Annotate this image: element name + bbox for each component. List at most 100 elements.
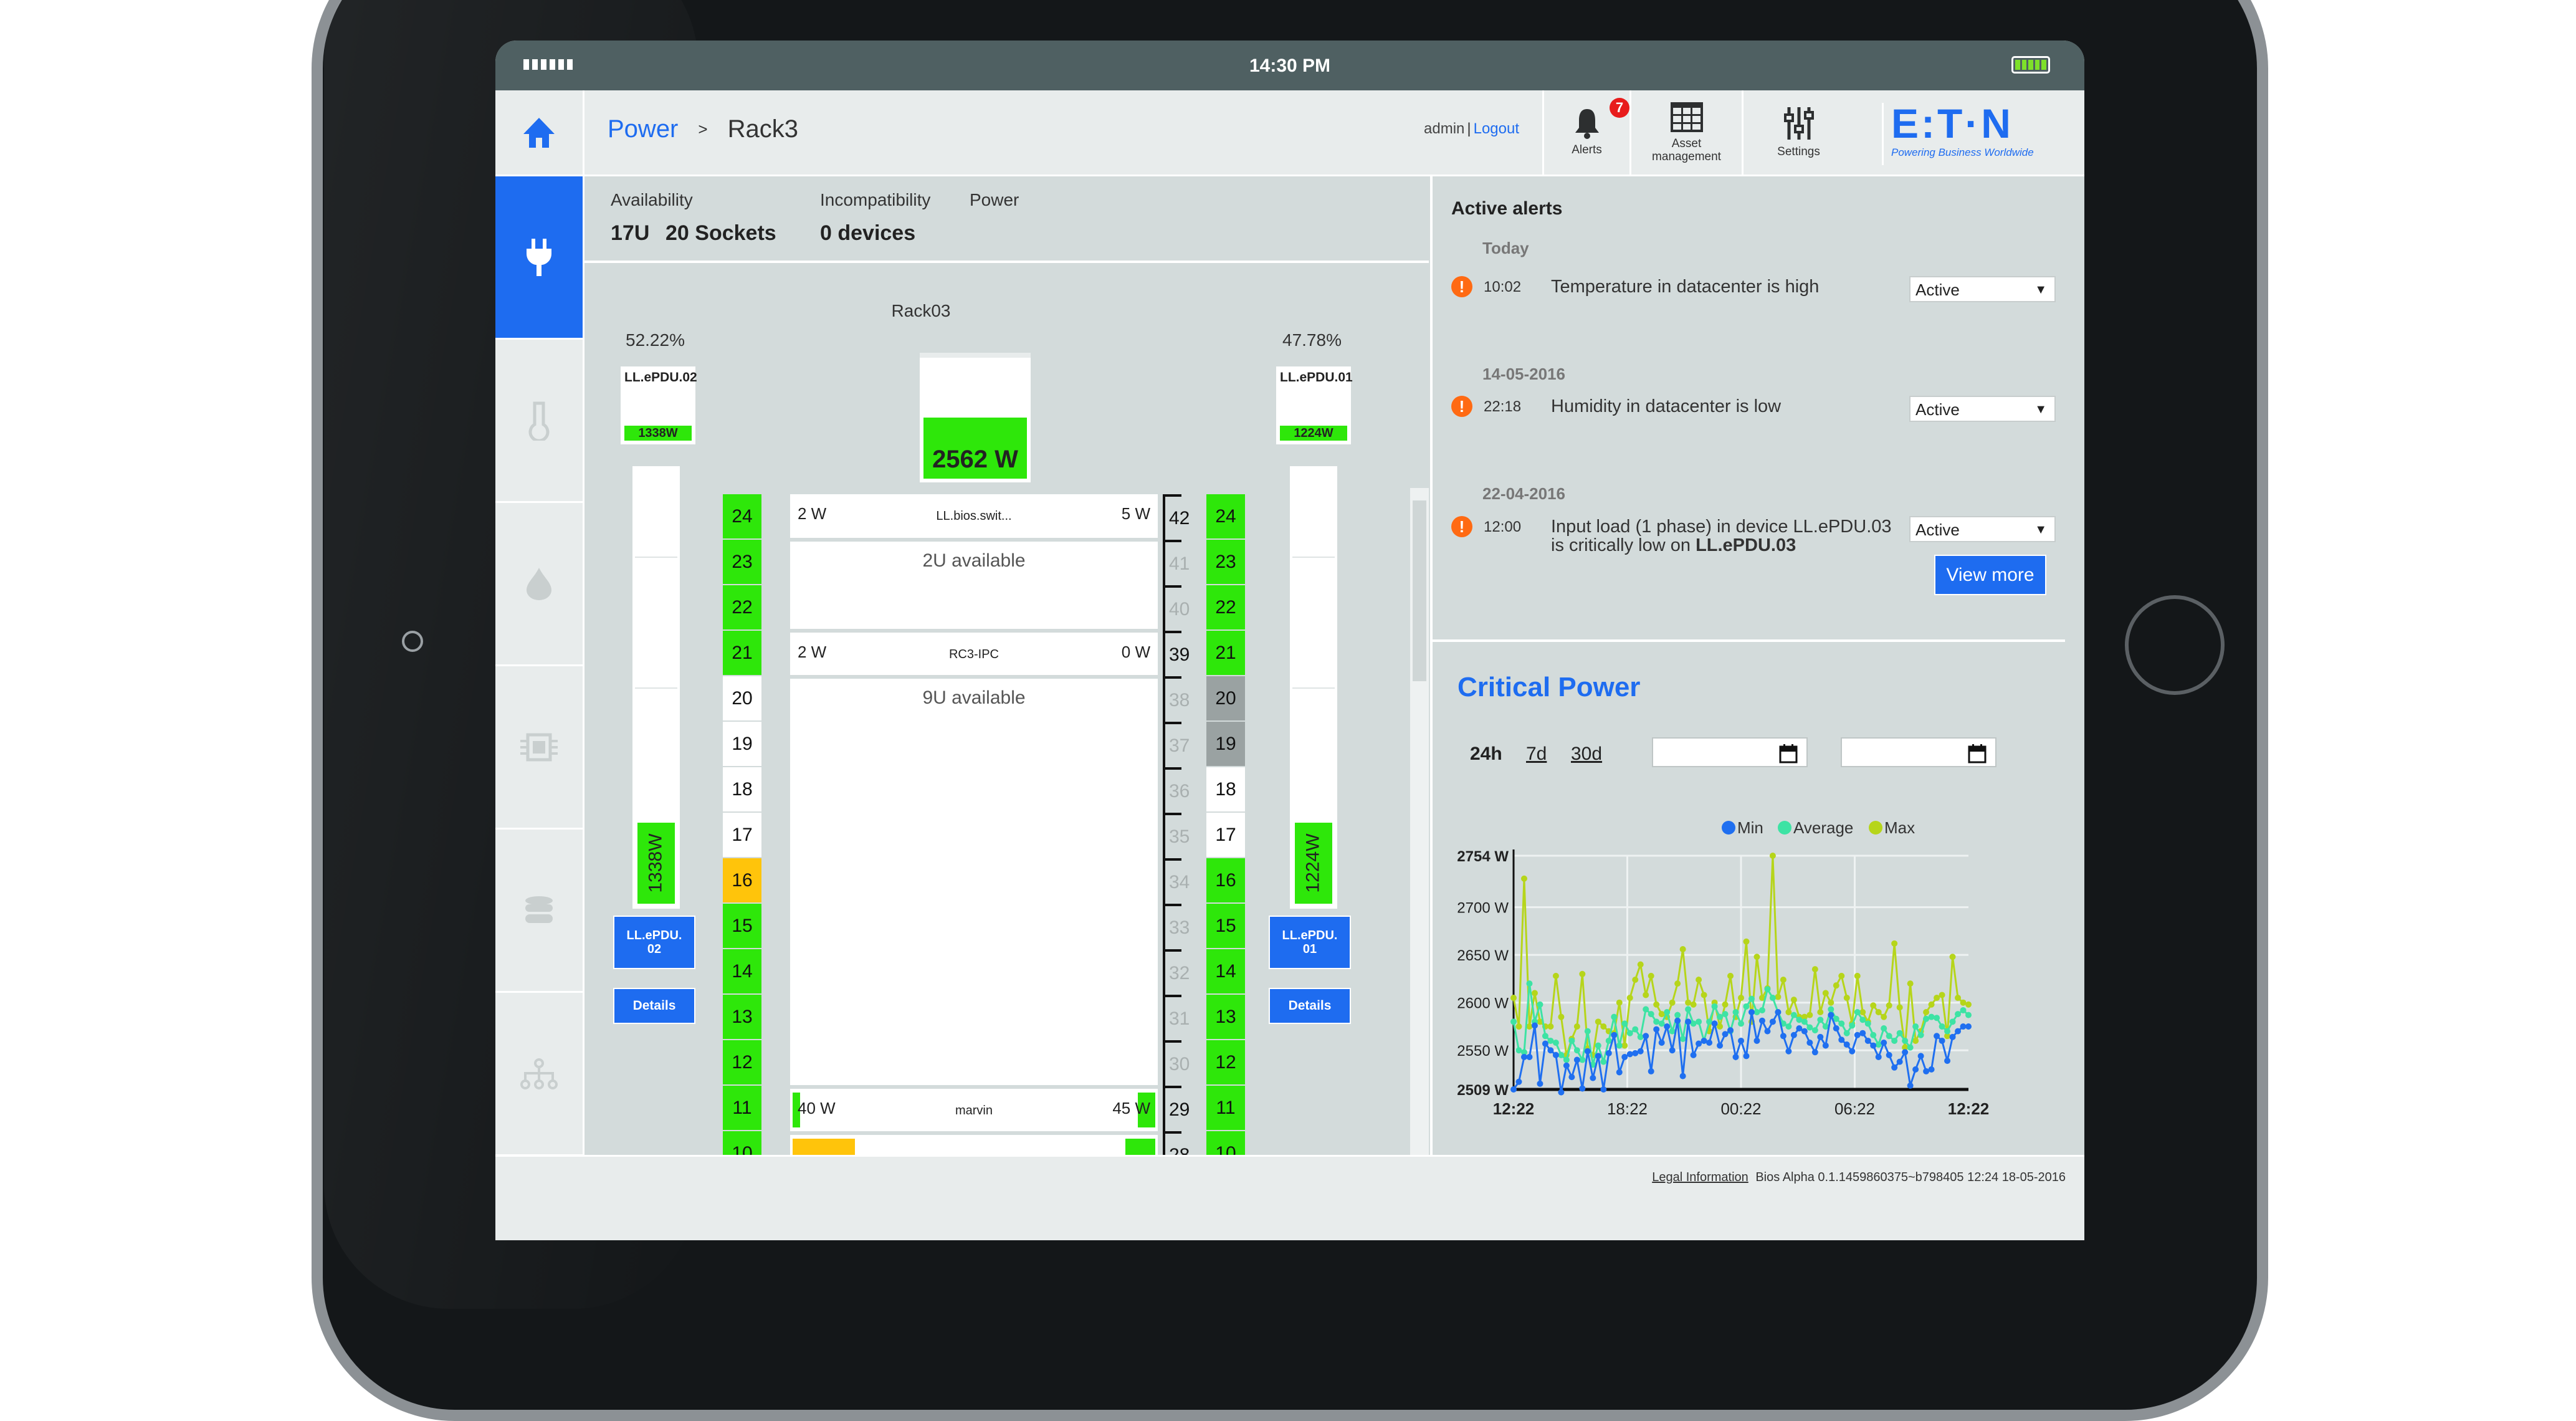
eaton-tagline: Powering Business Worldwide: [1891, 146, 2034, 158]
sidebar-item-power[interactable]: [495, 176, 583, 340]
socket-20[interactable]: 20: [1206, 676, 1245, 720]
socket-13[interactable]: 13: [723, 995, 761, 1039]
breadcrumb-current: Rack3: [727, 115, 798, 143]
socket-16[interactable]: 16: [723, 858, 761, 902]
sidebar-item-humidity[interactable]: [495, 503, 583, 666]
left-pdu-button[interactable]: LL.ePDU. 02: [613, 916, 695, 969]
socket-22[interactable]: 22: [723, 585, 761, 629]
data-point-average: [1854, 1009, 1861, 1016]
left-pdu-details-button[interactable]: Details: [613, 988, 695, 1024]
socket-17[interactable]: 17: [1206, 813, 1245, 857]
right-pdu-card[interactable]: LL.ePDU.01 1224W: [1276, 366, 1353, 444]
sidebar-item-devices[interactable]: [495, 666, 583, 830]
left-pdu-bar-value: 1338W: [646, 833, 666, 893]
alert-status-value: Active: [1915, 280, 1960, 299]
data-point-max: [1949, 954, 1956, 960]
data-point-average: [1679, 1035, 1686, 1042]
socket-15[interactable]: 15: [1206, 904, 1245, 948]
device-row[interactable]: 40 W marvin 45 W: [790, 1089, 1158, 1131]
right-pdu-details-button[interactable]: Details: [1269, 988, 1351, 1024]
data-point-average: [1743, 1003, 1750, 1010]
socket-14[interactable]: 14: [723, 949, 761, 993]
left-pdu-card[interactable]: LL.ePDU.02 1338W: [621, 366, 697, 444]
socket-23[interactable]: 23: [1206, 540, 1245, 584]
range-30d[interactable]: 30d: [1571, 744, 1602, 765]
socket-15[interactable]: 15: [723, 904, 761, 948]
data-point-min: [1605, 1050, 1612, 1056]
rack-unit-number: 41: [1169, 553, 1190, 574]
socket-20[interactable]: 20: [723, 676, 761, 720]
data-point-max: [1531, 990, 1538, 997]
calendar-icon[interactable]: [1968, 744, 1987, 763]
rack-scrollbar[interactable]: [1410, 488, 1429, 1155]
socket-11[interactable]: 11: [723, 1086, 761, 1130]
view-more-button[interactable]: View more: [1934, 555, 2046, 595]
data-point-min: [1679, 1073, 1686, 1079]
socket-16[interactable]: 16: [1206, 858, 1245, 902]
alert-status-select[interactable]: Active ▼: [1909, 516, 2056, 542]
socket-22[interactable]: 22: [1206, 585, 1245, 629]
sidebar-item-topology[interactable]: [495, 993, 583, 1156]
date-from-input[interactable]: [1652, 737, 1808, 767]
alert-status-select[interactable]: Active ▼: [1909, 276, 2056, 302]
socket-18[interactable]: 18: [1206, 767, 1245, 811]
socket-21[interactable]: 21: [723, 631, 761, 675]
front-camera: [402, 631, 423, 652]
data-point-max: [1648, 972, 1654, 979]
socket-13[interactable]: 13: [1206, 995, 1245, 1039]
rack-scrollbar-thumb[interactable]: [1413, 500, 1426, 681]
data-point-max: [1526, 1023, 1533, 1030]
calendar-icon[interactable]: [1779, 744, 1798, 763]
socket-24[interactable]: 24: [723, 494, 761, 538]
data-point-min: [1870, 1042, 1877, 1049]
data-point-max: [1870, 1002, 1877, 1009]
device-row[interactable]: 2 W RC3-IPC 0 W: [790, 633, 1158, 675]
socket-21[interactable]: 21: [1206, 631, 1245, 675]
socket-11[interactable]: 11: [1206, 1086, 1245, 1130]
data-point-max: [1632, 976, 1639, 983]
socket-17[interactable]: 17: [723, 813, 761, 857]
socket-19[interactable]: 19: [723, 722, 761, 766]
socket-24[interactable]: 24: [1206, 494, 1245, 538]
sidebar-item-storage[interactable]: [495, 830, 583, 993]
data-point-max: [1595, 1018, 1601, 1025]
range-24h[interactable]: 24h: [1470, 744, 1502, 765]
alert-date: 14-05-2016: [1482, 365, 1565, 383]
data-point-min: [1717, 1042, 1724, 1049]
right-pdu-button-line1: LL.ePDU.: [1282, 929, 1338, 942]
data-point-max: [1891, 940, 1898, 947]
device-row[interactable]: 2 W LL.bios.swit... 5 W: [790, 494, 1158, 538]
socket-12[interactable]: 12: [723, 1040, 761, 1084]
alerts-button[interactable]: 7 Alerts: [1542, 90, 1629, 175]
x-tick-label: 18:22: [1607, 1099, 1648, 1118]
asset-management-button[interactable]: Asset management: [1629, 90, 1742, 175]
sidebar-item-temperature[interactable]: [495, 340, 583, 503]
socket-19[interactable]: 19: [1206, 722, 1245, 766]
range-7d[interactable]: 7d: [1526, 744, 1547, 765]
rack-summary: Availability 17U 20 Sockets Incompatibil…: [584, 176, 1429, 263]
tablet-home-button[interactable]: [2125, 595, 2225, 695]
socket-18[interactable]: 18: [723, 767, 761, 811]
home-button[interactable]: [495, 90, 584, 175]
breadcrumb-power-link[interactable]: Power: [608, 115, 678, 143]
device-row[interactable]: [790, 1135, 1158, 1155]
right-pdu-button[interactable]: LL.ePDU. 01: [1269, 916, 1351, 969]
data-point-average: [1881, 1025, 1887, 1032]
rack-unit-ruler: 424140393837363534333231302928: [1163, 494, 1196, 1165]
data-point-min: [1685, 1018, 1692, 1025]
socket-14[interactable]: 14: [1206, 949, 1245, 993]
data-point-min: [1573, 1056, 1580, 1063]
data-point-min: [1764, 1028, 1771, 1035]
rack-unit-36: 36: [1165, 767, 1196, 813]
logout-link[interactable]: Logout: [1474, 120, 1519, 137]
left-pdu-power: 1338W: [624, 426, 692, 441]
sliders-icon: [1783, 107, 1814, 140]
alert-status-select[interactable]: Active ▼: [1909, 396, 2056, 422]
date-to-input[interactable]: [1841, 737, 1996, 767]
settings-button[interactable]: Settings: [1742, 90, 1854, 175]
socket-12[interactable]: 12: [1206, 1040, 1245, 1084]
legal-information-link[interactable]: Legal Information: [1652, 1170, 1748, 1184]
data-point-min: [1632, 1050, 1639, 1056]
socket-23[interactable]: 23: [723, 540, 761, 584]
data-point-max: [1817, 1009, 1824, 1016]
